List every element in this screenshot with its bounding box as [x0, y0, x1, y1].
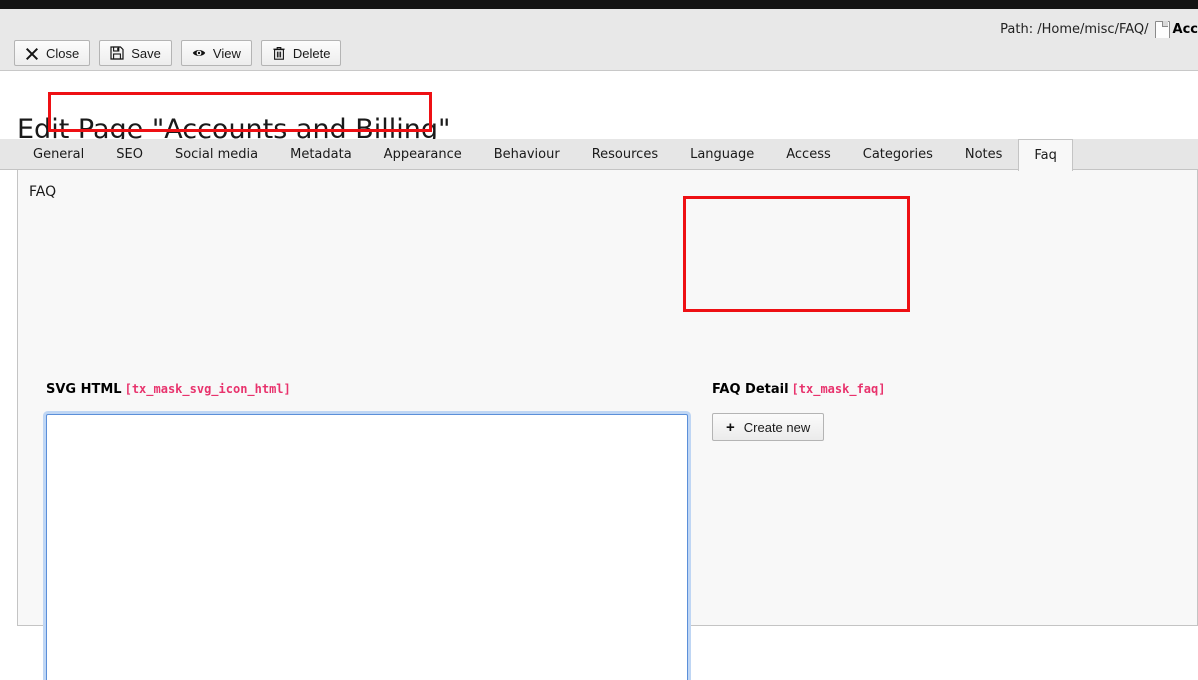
tab-access[interactable]: Access [770, 139, 847, 170]
tab-metadata[interactable]: Metadata [274, 139, 368, 170]
close-button[interactable]: Close [14, 40, 91, 66]
section-heading: FAQ [29, 184, 57, 200]
save-button-label: Save [131, 45, 161, 61]
tab-label: Social media [174, 147, 259, 162]
tab-label: SEO [116, 147, 143, 162]
tab-resources[interactable]: Resources [576, 139, 674, 170]
plus-icon: + [726, 418, 735, 436]
tab-behaviour[interactable]: Behaviour [478, 139, 576, 170]
breadcrumb: Path: /Home/misc/FAQ/ Acc [1000, 20, 1198, 38]
svg-html-field-group: SVG HTML [tx_mask_svg_icon_html] [46, 382, 291, 404]
svg-html-input[interactable] [46, 414, 688, 680]
view-button[interactable]: View [180, 40, 252, 66]
faq-detail-field-key: [tx_mask_faq] [791, 382, 886, 396]
tab-notes[interactable]: Notes [949, 139, 1019, 170]
tab-general[interactable]: General [17, 139, 100, 170]
floppy-disk-icon [110, 46, 124, 60]
tab-language[interactable]: Language [674, 139, 770, 170]
tab-label: Notes [964, 147, 1003, 162]
tab-label: Faq [1034, 147, 1057, 163]
tab-label: Categories [862, 147, 933, 162]
top-black-bar [0, 0, 1198, 9]
tab-label: General [33, 147, 85, 162]
typo3-page-editor: Path: /Home/misc/FAQ/ Acc Close Save Vie… [0, 0, 1198, 680]
svg-html-label: SVG HTML [tx_mask_svg_icon_html] [46, 382, 291, 397]
close-x-icon [25, 46, 39, 60]
tab-seo[interactable]: SEO [100, 139, 159, 170]
faq-detail-label: FAQ Detail [tx_mask_faq] [712, 382, 885, 397]
trash-icon [272, 46, 286, 60]
editor-toolbar: Close Save View Delete [14, 40, 342, 66]
breadcrumb-path: Path: /Home/misc/FAQ/ [1000, 21, 1149, 37]
tab-social-media[interactable]: Social media [159, 139, 274, 170]
svg-html-label-text: SVG HTML [46, 382, 122, 397]
page-icon [1154, 21, 1170, 38]
tab-label: Resources [591, 147, 659, 162]
svg-html-field-key: [tx_mask_svg_icon_html] [124, 382, 291, 396]
tab-appearance[interactable]: Appearance [368, 139, 478, 170]
breadcrumb-page-title: Acc [1172, 21, 1198, 37]
faq-detail-field-group: FAQ Detail [tx_mask_faq] + Create new [712, 382, 885, 441]
tab-panel-faq: FAQ SVG HTML [tx_mask_svg_icon_html] FAQ … [17, 170, 1198, 680]
delete-button-label: Delete [292, 45, 331, 61]
tab-faq[interactable]: Faq [1018, 139, 1073, 171]
close-button-label: Close [46, 45, 80, 61]
create-new-button[interactable]: + Create new [712, 413, 825, 441]
tab-label: Access [786, 147, 831, 162]
create-new-button-label: Create new [743, 419, 811, 435]
save-button[interactable]: Save [99, 40, 172, 66]
tab-categories[interactable]: Categories [847, 139, 949, 170]
tab-label: Language [690, 147, 755, 162]
view-button-label: View [212, 45, 241, 61]
doc-header: Path: /Home/misc/FAQ/ Acc Close Save Vie… [0, 9, 1198, 71]
tab-list: General SEO Social media Metadata Appearance… [17, 139, 1073, 171]
delete-button[interactable]: Delete [260, 40, 342, 66]
tab-label: Metadata [290, 147, 352, 162]
tab-label: Appearance [383, 147, 462, 162]
faq-detail-label-text: FAQ Detail [712, 382, 789, 397]
eye-icon [192, 46, 206, 60]
tab-label: Behaviour [493, 147, 560, 162]
tab-strip: General SEO Social media Metadata Appearance… [0, 139, 1198, 171]
